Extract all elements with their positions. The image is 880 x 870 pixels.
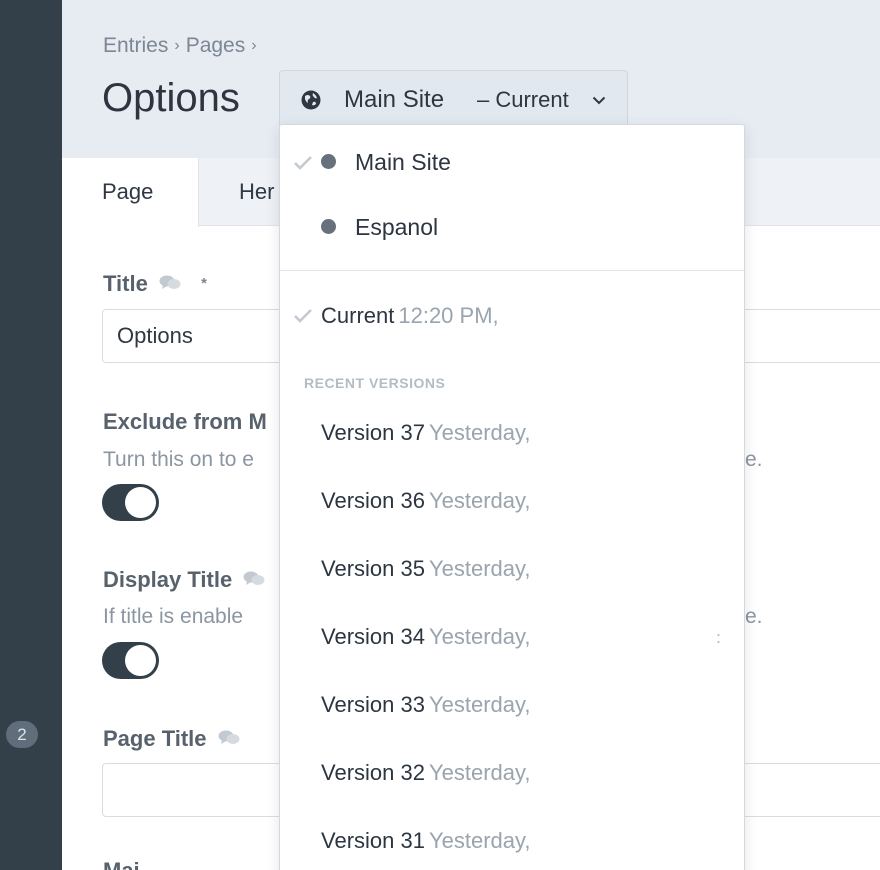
translatable-icon [243,571,265,586]
site-version-switcher-button[interactable]: Main Site – Current [279,70,628,126]
current-version-label: – Current [477,87,569,112]
site-name: Main Site [355,149,451,175]
site-status-dot [321,154,336,169]
version-label: Version 37 [321,420,425,445]
chevron-down-icon [592,96,606,105]
site-status-dot [321,219,336,234]
version-label: Version 35 [321,556,425,581]
version-label: Version 36 [321,488,425,513]
site-name: Espanol [355,214,439,240]
dropdown-site-item-espanol[interactable]: Espanol [280,198,744,258]
display-title-toggle[interactable] [102,642,159,679]
page-title-label-text: Page Title [103,726,207,751]
exclude-toggle[interactable] [102,484,159,521]
title-field-label: Title * [103,271,207,297]
version-timestamp: Yesterday, [428,488,531,513]
title-label-text: Title [103,271,148,296]
version-timestamp: Yesterday, [428,556,531,581]
exclude-description-tail: e. [745,448,763,471]
version-item-32[interactable]: Version 32 Yesterday, [321,760,530,786]
site-version-dropdown: Main Site Espanol Current 12:20 PM, RECEN… [279,124,745,870]
version-timestamp: Yesterday, [428,760,531,785]
breadcrumb-separator: › [174,37,180,54]
app-sidebar: 2 [0,0,62,870]
drag-dots-icon [717,633,720,644]
display-title-field-label: Display Title [103,567,265,593]
version-timestamp: Yesterday, [428,828,531,853]
breadcrumb-separator: › [251,37,257,54]
translatable-icon [159,275,181,290]
version-item-31[interactable]: Version 31 Yesterday, [321,828,530,854]
toggle-knob [125,487,156,518]
dropdown-divider [280,270,744,271]
version-label: Version 32 [321,760,425,785]
version-entry: Current 12:20 PM, [321,303,499,329]
version-item-33[interactable]: Version 33 Yesterday, [321,692,530,718]
checkmark-icon [294,309,312,323]
display-title-description-tail: e. [745,605,763,628]
page-title: Options [102,76,240,120]
breadcrumb-link-pages[interactable]: Pages [186,34,246,58]
version-item-37[interactable]: Version 37 Yesterday, [321,420,530,446]
page-title-field-label: Page Title [103,726,240,752]
exclude-field-description: Turn this on to e [103,448,254,471]
next-field-label: Mai [103,858,140,870]
breadcrumb: Entries › Pages › [103,34,263,58]
version-timestamp: Yesterday, [428,624,531,649]
version-timestamp: Yesterday, [428,420,531,445]
tab-page[interactable]: Page [62,158,199,227]
required-indicator: * [201,275,207,292]
current-site-label: Main Site [344,86,445,113]
dropdown-site-item-main[interactable]: Main Site [280,133,744,193]
checkmark-icon [294,156,312,170]
exclude-field-label: Exclude from M [103,409,267,434]
recent-versions-heading: RECENT VERSIONS [304,375,446,391]
display-title-description: If title is enable [103,605,244,628]
version-item-35[interactable]: Version 35 Yesterday, [321,556,530,582]
version-timestamp: Yesterday, [428,692,531,717]
version-timestamp: 12:20 PM, [398,303,499,328]
toggle-knob [125,645,156,676]
globe-icon [301,90,321,110]
breadcrumb-link-entries[interactable]: Entries [103,34,168,58]
version-label: Current [321,303,395,328]
version-item-34[interactable]: Version 34 Yesterday, [321,624,530,650]
version-item-36[interactable]: Version 36 Yesterday, [321,488,530,514]
version-label: Version 34 [321,624,425,649]
version-label: Version 31 [321,828,425,853]
display-title-label-text: Display Title [103,567,233,592]
dropdown-current-version[interactable]: Current 12:20 PM, [280,286,744,346]
sidebar-count-badge: 2 [6,721,38,748]
translatable-icon [218,730,240,745]
version-label: Version 33 [321,692,425,717]
